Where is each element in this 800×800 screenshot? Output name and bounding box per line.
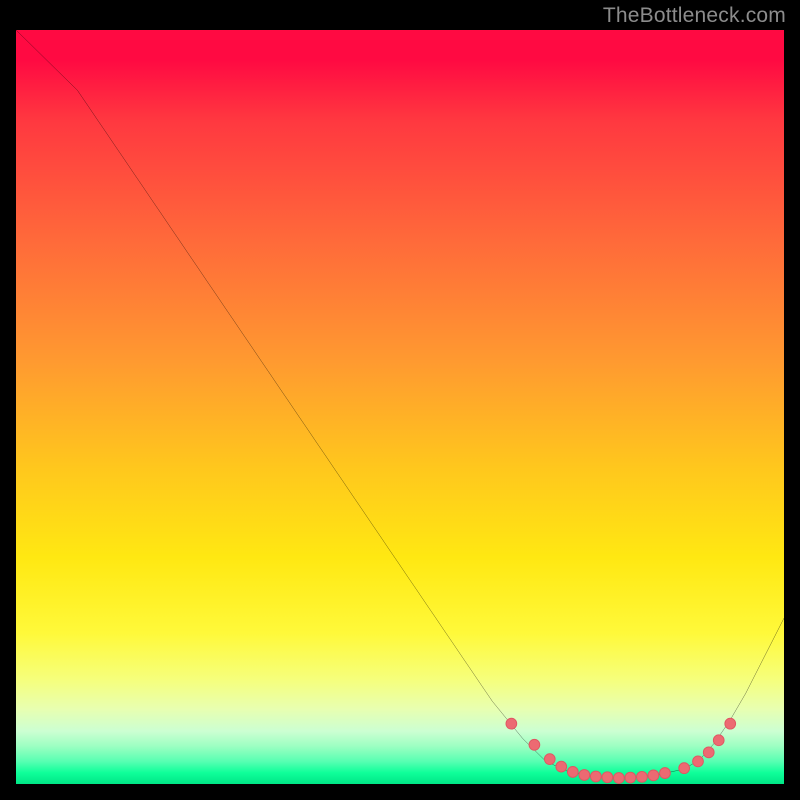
marker-dot xyxy=(529,739,540,750)
marker-dot xyxy=(556,761,567,772)
marker-dot xyxy=(614,773,625,784)
curve-layer xyxy=(16,30,784,778)
marker-dot xyxy=(725,718,736,729)
marker-dot xyxy=(590,771,601,782)
marker-layer xyxy=(506,718,736,783)
marker-dot xyxy=(637,771,648,782)
marker-dot xyxy=(544,754,555,765)
bottleneck-curve xyxy=(16,30,784,778)
marker-dot xyxy=(693,756,704,767)
chart-svg xyxy=(16,30,784,784)
marker-dot xyxy=(660,768,671,779)
marker-dot xyxy=(679,763,690,774)
marker-dot xyxy=(703,747,714,758)
marker-dot xyxy=(567,767,578,778)
marker-dot xyxy=(713,735,724,746)
marker-dot xyxy=(648,770,659,781)
plot-area xyxy=(16,30,784,784)
marker-dot xyxy=(506,718,517,729)
marker-dot xyxy=(625,772,636,783)
marker-dot xyxy=(579,770,590,781)
marker-dot xyxy=(602,772,613,783)
chart-frame: TheBottleneck.com xyxy=(0,0,800,800)
watermark-text: TheBottleneck.com xyxy=(603,4,786,28)
